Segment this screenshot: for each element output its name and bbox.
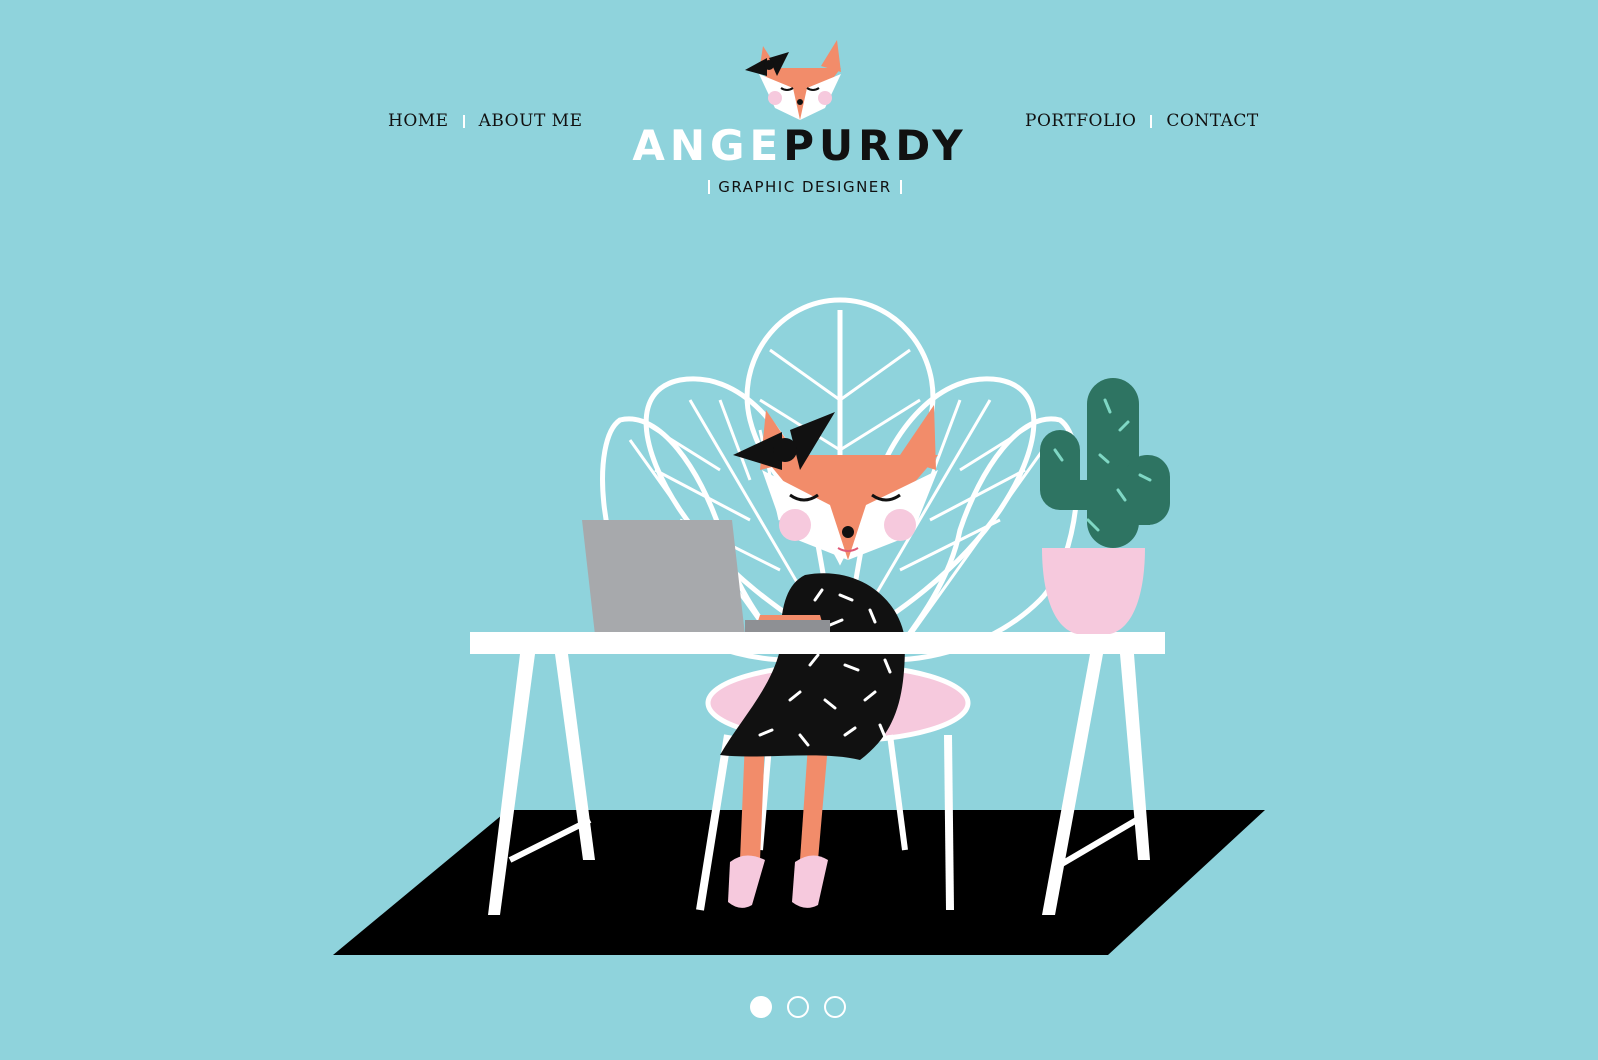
carousel-dots xyxy=(750,996,846,1018)
carousel-dot-1[interactable] xyxy=(750,996,772,1018)
cactus-icon xyxy=(1040,378,1170,634)
carousel-dot-3[interactable] xyxy=(824,996,846,1018)
carousel-dot-2[interactable] xyxy=(787,996,809,1018)
hero-illustration xyxy=(333,297,1265,955)
